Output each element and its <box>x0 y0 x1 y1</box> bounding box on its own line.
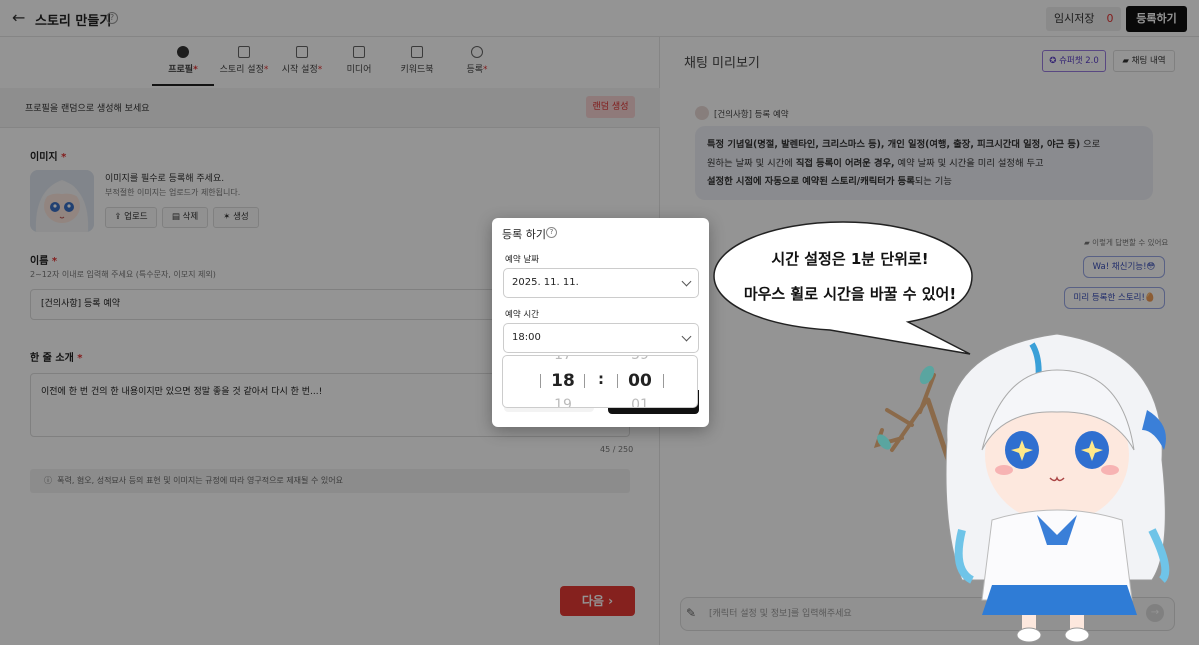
time-label: 예약 시간 <box>505 310 539 320</box>
help-icon[interactable]: ? <box>546 227 557 238</box>
minute-next: 01 <box>631 397 649 408</box>
chevron-down-icon <box>681 331 692 342</box>
hour-prev: 17 <box>554 355 572 363</box>
minute-wheel[interactable]: 00 <box>618 371 662 391</box>
hour-next: 19 <box>554 397 572 408</box>
time-wheel-picker[interactable]: 17 18 19 : 59 00 01 <box>502 355 698 408</box>
modal-title: 등록 하기 <box>502 228 546 241</box>
chevron-down-icon <box>681 276 692 287</box>
wheel-divider <box>663 374 664 388</box>
time-select[interactable]: 18:00 <box>503 323 699 353</box>
select-value: 2025. 11. 11. <box>512 277 579 288</box>
select-value: 18:00 <box>512 332 541 343</box>
speech-line-2: 마우스 휠로 시간을 바꿀 수 있어! <box>743 285 957 303</box>
speech-line-1: 시간 설정은 1분 단위로! <box>771 250 929 268</box>
date-label: 예약 날짜 <box>505 255 539 265</box>
date-select[interactable]: 2025. 11. 11. <box>503 268 699 298</box>
mascot-character <box>873 333 1170 643</box>
minute-prev: 59 <box>631 355 649 363</box>
wheel-divider <box>540 374 541 388</box>
